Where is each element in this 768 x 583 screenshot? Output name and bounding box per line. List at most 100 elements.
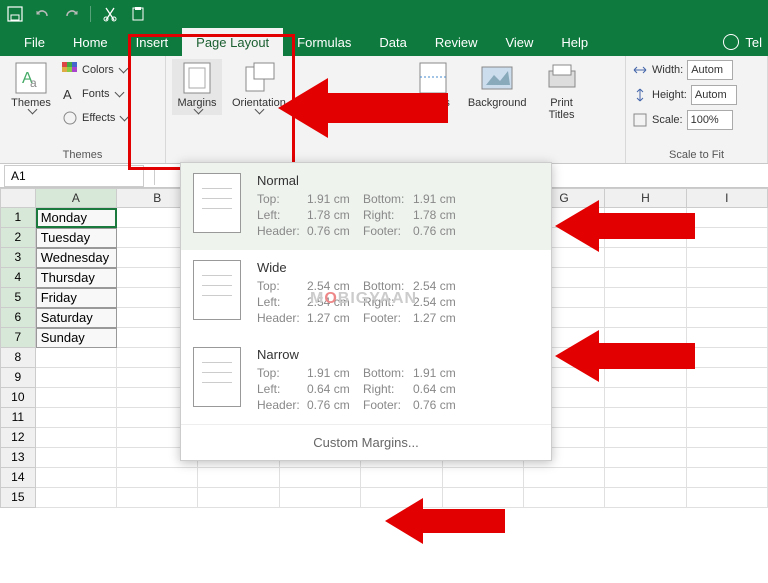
cell[interactable] <box>605 288 686 308</box>
margins-button[interactable]: Margins <box>172 59 222 115</box>
column-header[interactable]: H <box>605 188 686 208</box>
cell[interactable] <box>605 308 686 328</box>
cell[interactable]: Thursday <box>36 268 117 288</box>
tab-page-layout[interactable]: Page Layout <box>182 28 283 56</box>
cell[interactable] <box>280 468 361 488</box>
cell[interactable] <box>361 488 442 508</box>
cell[interactable] <box>36 348 117 368</box>
cell[interactable] <box>605 228 686 248</box>
cell[interactable]: Monday <box>36 208 117 228</box>
undo-icon[interactable] <box>34 5 52 23</box>
cell[interactable] <box>198 468 279 488</box>
tab-formulas[interactable]: Formulas <box>283 28 365 56</box>
tab-review[interactable]: Review <box>421 28 492 56</box>
tab-home[interactable]: Home <box>59 28 122 56</box>
row-header[interactable]: 8 <box>0 348 36 368</box>
cell[interactable] <box>687 468 768 488</box>
background-button[interactable]: Background <box>464 59 531 111</box>
tab-help[interactable]: Help <box>547 28 602 56</box>
row-header[interactable]: 10 <box>0 388 36 408</box>
cell[interactable] <box>605 468 686 488</box>
colors-button[interactable]: Colors <box>62 59 128 81</box>
scale-input[interactable]: 100% <box>687 110 733 130</box>
cell[interactable] <box>443 488 524 508</box>
cell[interactable] <box>605 348 686 368</box>
row-header[interactable]: 5 <box>0 288 36 308</box>
custom-margins-item[interactable]: Custom Margins... <box>181 424 551 460</box>
cut-icon[interactable] <box>101 5 119 23</box>
row-header[interactable]: 14 <box>0 468 36 488</box>
cell[interactable]: Tuesday <box>36 228 117 248</box>
print-area-button[interactable]: Area <box>352 59 402 115</box>
cell[interactable] <box>524 468 605 488</box>
cell[interactable]: Wednesday <box>36 248 117 268</box>
themes-button[interactable]: Aa Themes <box>6 59 56 115</box>
cell[interactable] <box>605 328 686 348</box>
column-header[interactable]: A <box>36 188 117 208</box>
cell[interactable] <box>605 268 686 288</box>
cell[interactable] <box>280 488 361 508</box>
row-header[interactable]: 7 <box>0 328 36 348</box>
cell[interactable] <box>687 368 768 388</box>
cell[interactable]: Friday <box>36 288 117 308</box>
tab-insert[interactable]: Insert <box>122 28 183 56</box>
cell[interactable] <box>605 428 686 448</box>
cell[interactable] <box>36 468 117 488</box>
select-all-corner[interactable] <box>0 188 36 208</box>
tab-view[interactable]: View <box>491 28 547 56</box>
margins-option-normal[interactable]: Normal Top:1.91 cmBottom:1.91 cm Left:1.… <box>181 163 551 250</box>
name-box[interactable]: A1 <box>4 165 144 187</box>
cell[interactable]: Saturday <box>36 308 117 328</box>
cell[interactable] <box>605 248 686 268</box>
tab-file[interactable]: File <box>10 28 59 56</box>
cell[interactable] <box>198 488 279 508</box>
cell[interactable] <box>687 428 768 448</box>
cell[interactable] <box>687 408 768 428</box>
paste-icon[interactable] <box>129 5 147 23</box>
cell[interactable] <box>36 368 117 388</box>
row-header[interactable]: 1 <box>0 208 36 228</box>
row-header[interactable]: 15 <box>0 488 36 508</box>
cell[interactable] <box>524 488 605 508</box>
row-header[interactable]: 12 <box>0 428 36 448</box>
cell[interactable] <box>605 448 686 468</box>
cell[interactable] <box>36 488 117 508</box>
cell[interactable] <box>36 448 117 468</box>
effects-button[interactable]: Effects <box>62 107 128 129</box>
margins-option-narrow[interactable]: Narrow Top:1.91 cmBottom:1.91 cm Left:0.… <box>181 337 551 424</box>
cell[interactable] <box>117 488 198 508</box>
row-header[interactable]: 2 <box>0 228 36 248</box>
tab-data[interactable]: Data <box>365 28 420 56</box>
cell[interactable] <box>687 268 768 288</box>
cell[interactable] <box>605 368 686 388</box>
print-titles-button[interactable]: Print Titles <box>537 59 587 123</box>
row-header[interactable]: 6 <box>0 308 36 328</box>
width-input[interactable]: Autom <box>687 60 733 80</box>
cell[interactable] <box>605 388 686 408</box>
cell[interactable] <box>687 448 768 468</box>
redo-icon[interactable] <box>62 5 80 23</box>
cell[interactable] <box>687 348 768 368</box>
cell[interactable] <box>36 408 117 428</box>
cell[interactable] <box>687 488 768 508</box>
orientation-button[interactable]: Orientation <box>228 59 290 115</box>
cell[interactable] <box>36 428 117 448</box>
row-header[interactable]: 11 <box>0 408 36 428</box>
row-header[interactable]: 4 <box>0 268 36 288</box>
cell[interactable] <box>605 208 686 228</box>
cell[interactable] <box>687 208 768 228</box>
row-header[interactable]: 9 <box>0 368 36 388</box>
cell[interactable] <box>687 288 768 308</box>
cell[interactable] <box>605 408 686 428</box>
cell[interactable] <box>687 328 768 348</box>
tell-me[interactable]: Tel <box>723 28 768 56</box>
cell[interactable] <box>361 468 442 488</box>
fonts-button[interactable]: AFonts <box>62 83 128 105</box>
cell[interactable] <box>687 308 768 328</box>
cell[interactable] <box>687 228 768 248</box>
cell[interactable] <box>605 488 686 508</box>
height-input[interactable]: Autom <box>691 85 737 105</box>
cell[interactable] <box>687 388 768 408</box>
margins-option-wide[interactable]: Wide Top:2.54 cmBottom:2.54 cm Left:2.54… <box>181 250 551 337</box>
cell[interactable] <box>117 468 198 488</box>
